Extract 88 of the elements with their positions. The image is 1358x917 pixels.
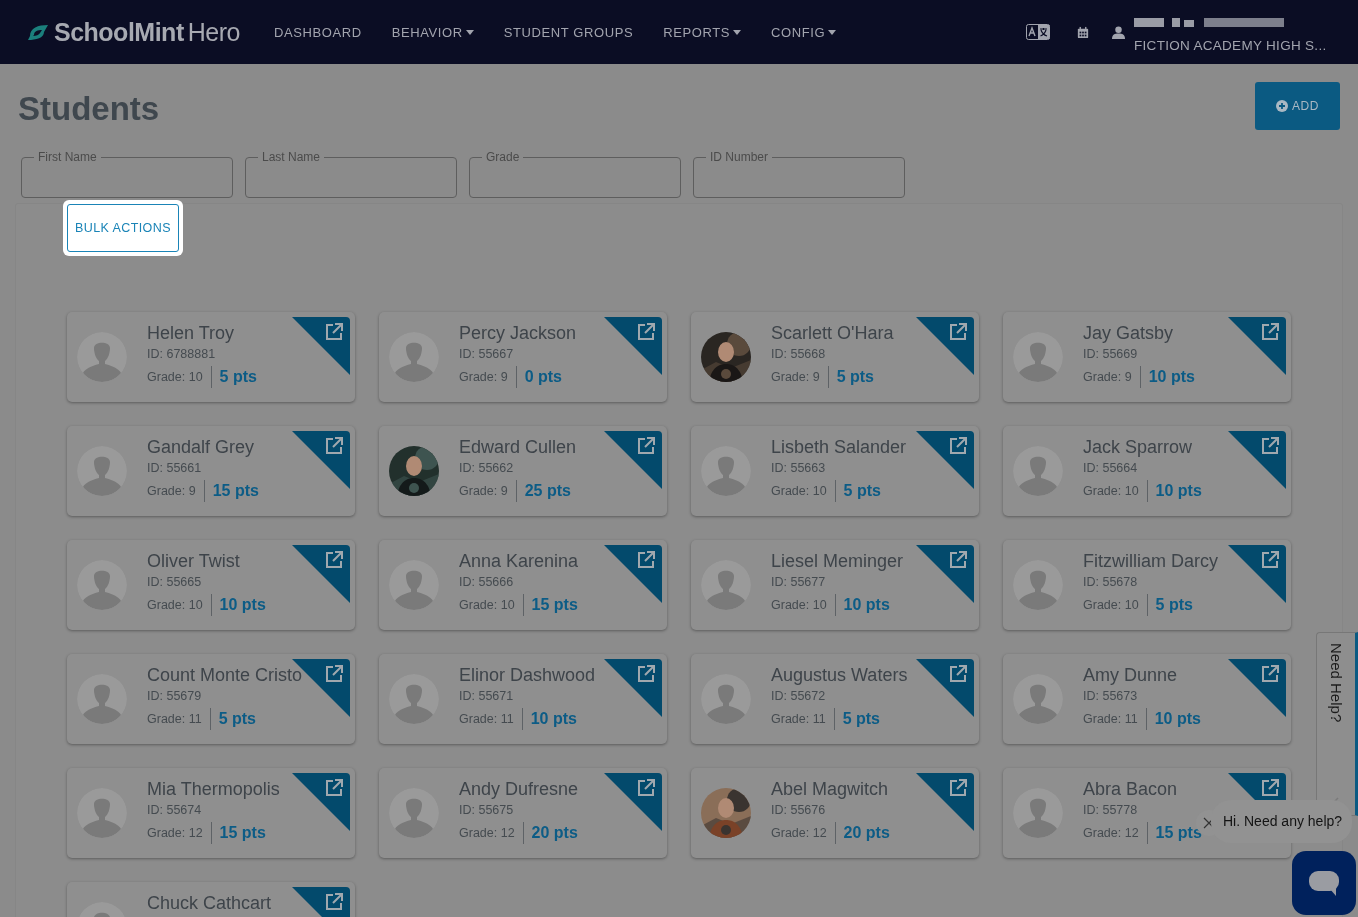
student-id: ID: 55674	[147, 803, 203, 817]
student-id: ID: 55675	[459, 803, 515, 817]
student-grade: Grade: 9	[147, 480, 205, 502]
student-name: Fitzwilliam Darcy	[1083, 551, 1218, 571]
student-id: ID: 6788881	[147, 347, 217, 361]
student-name: Mia Thermopolis	[147, 779, 280, 799]
help-tab-label: Need Help?	[1327, 643, 1345, 723]
student-name: Edward Cullen	[459, 437, 577, 457]
points-value: 15 pts	[530, 596, 578, 614]
student-name: Jack Sparrow	[1083, 437, 1194, 457]
student-grade: Grade: 11	[459, 708, 523, 730]
student-grade: Grade: 12	[1083, 822, 1148, 844]
student-name: Amy Dunne	[1083, 665, 1179, 685]
student-id: ID: 55676	[771, 803, 827, 817]
student-name: Abra Bacon	[1083, 779, 1179, 799]
points-value: 5 pts	[217, 710, 256, 728]
student-grade: Grade: 12	[459, 822, 524, 844]
points-value: 10 pts	[842, 596, 890, 614]
points-value: 25 pts	[523, 482, 571, 500]
student-grade: Grade: 10	[147, 366, 212, 388]
student-id: ID: 55678	[1083, 575, 1139, 589]
points-value: 15 pts	[211, 482, 259, 500]
student-grade: Grade: 9	[459, 366, 517, 388]
points-value: 5 pts	[218, 368, 257, 386]
student-name: Liesel Meminger	[771, 551, 904, 571]
student-grade: Grade: 11	[147, 708, 211, 730]
student-name: Percy Jackson	[459, 323, 577, 343]
student-id: ID: 55664	[1083, 461, 1139, 475]
student-id: ID: 55671	[459, 689, 515, 703]
student-grade: Grade: 9	[459, 480, 517, 502]
points-value: 15 pts	[218, 824, 266, 842]
points-value: 0 pts	[523, 368, 562, 386]
field-label: Last Name	[261, 150, 322, 164]
student-grade: Grade: 9	[1083, 366, 1141, 388]
points-value: 10 pts	[1154, 482, 1202, 500]
student-grade: Grade: 10	[1083, 480, 1148, 502]
student-id: ID: 55665	[147, 575, 203, 589]
student-grade: Grade: 10	[1083, 594, 1148, 616]
field-label: First Name	[37, 150, 98, 164]
points-value: 15 pts	[1154, 824, 1202, 842]
student-name: Helen Troy	[147, 323, 236, 343]
points-value: 5 pts	[842, 482, 881, 500]
points-value: 10 pts	[1153, 710, 1201, 728]
points-value: 10 pts	[1147, 368, 1195, 386]
student-id: ID: 55666	[459, 575, 515, 589]
points-value: 5 pts	[841, 710, 880, 728]
field-label: Grade	[485, 150, 521, 164]
student-id: ID: 55669	[1083, 347, 1139, 361]
student-id: ID: 55661	[147, 461, 203, 475]
points-value: 20 pts	[530, 824, 578, 842]
field-label: ID Number	[709, 150, 769, 164]
student-grade: Grade: 10	[771, 594, 836, 616]
student-id: ID: 55679	[147, 689, 203, 703]
student-grade: Grade: 10	[459, 594, 524, 616]
student-name: Augustus Waters	[771, 665, 908, 685]
student-id: ID: 55668	[771, 347, 827, 361]
student-name: Jay Gatsby	[1083, 323, 1175, 343]
student-grade: Grade: 12	[771, 822, 836, 844]
chat-tooltip: Hi. Need any help?	[1211, 800, 1353, 843]
student-grade: Grade: 11	[1083, 708, 1147, 730]
student-grade: Grade: 9	[771, 366, 829, 388]
student-name: Abel Magwitch	[771, 779, 890, 799]
student-id: ID: 55673	[1083, 689, 1139, 703]
student-id: ID: 55677	[771, 575, 827, 589]
student-name: Andy Dufresne	[459, 779, 579, 799]
student-id: ID: 55778	[1083, 803, 1139, 817]
points-value: 10 pts	[218, 596, 266, 614]
student-grade: Grade: 11	[771, 708, 835, 730]
student-name: Gandalf Grey	[147, 437, 256, 457]
points-value: 5 pts	[835, 368, 874, 386]
points-value: 20 pts	[842, 824, 890, 842]
student-id: ID: 55672	[771, 689, 827, 703]
student-grade: Grade: 10	[771, 480, 836, 502]
page-title: Students	[18, 90, 160, 128]
student-grade: Grade: 10	[147, 594, 212, 616]
student-name: Scarlett O'Hara	[771, 323, 894, 343]
student-name: Anna Karenina	[459, 551, 579, 571]
student-name: Count Monte Cristo	[147, 665, 303, 685]
points-value: 10 pts	[529, 710, 577, 728]
student-name: Oliver Twist	[147, 551, 241, 571]
points-value: 5 pts	[1154, 596, 1193, 614]
student-name: Elinor Dashwood	[459, 665, 596, 685]
student-id: ID: 55662	[459, 461, 515, 475]
student-name: Lisbeth Salander	[771, 437, 907, 457]
student-name: Chuck Cathcart	[147, 893, 272, 913]
student-grade: Grade: 12	[147, 822, 212, 844]
student-id: ID: 55667	[459, 347, 515, 361]
student-id: ID: 55663	[771, 461, 827, 475]
